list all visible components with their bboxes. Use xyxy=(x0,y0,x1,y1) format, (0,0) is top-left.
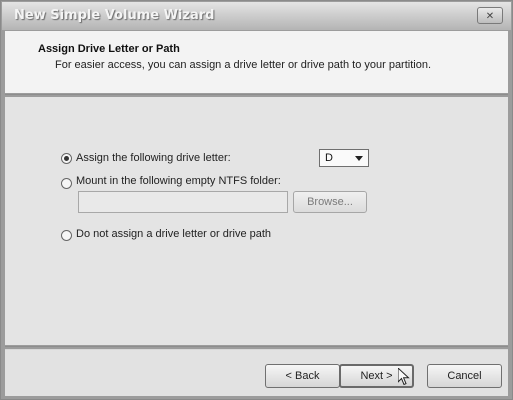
no-assign-radio[interactable] xyxy=(61,230,72,241)
wizard-header: Assign Drive Letter or Path For easier a… xyxy=(5,31,508,93)
mouse-pointer-icon xyxy=(398,368,410,386)
drive-letter-select[interactable]: D xyxy=(319,149,369,167)
browse-button[interactable]: Browse... xyxy=(293,191,367,213)
mount-folder-label[interactable]: Mount in the following empty NTFS folder… xyxy=(76,175,281,187)
folder-path-input[interactable] xyxy=(78,191,288,213)
page-subtitle: For easier access, you can assign a driv… xyxy=(55,59,432,71)
back-button[interactable]: < Back xyxy=(265,364,340,388)
chevron-down-icon xyxy=(355,156,363,161)
assign-letter-label[interactable]: Assign the following drive letter: xyxy=(76,152,231,164)
mount-folder-radio[interactable] xyxy=(61,178,72,189)
cancel-button[interactable]: Cancel xyxy=(427,364,502,388)
wizard-window: New Simple Volume Wizard ✕ Assign Drive … xyxy=(0,0,513,400)
assign-letter-radio[interactable] xyxy=(61,153,72,164)
wizard-body xyxy=(5,97,508,345)
drive-letter-value: D xyxy=(325,152,333,164)
no-assign-label[interactable]: Do not assign a drive letter or drive pa… xyxy=(76,228,271,240)
close-icon: ✕ xyxy=(485,11,495,22)
title-bar[interactable]: New Simple Volume Wizard ✕ xyxy=(2,2,511,30)
page-title: Assign Drive Letter or Path xyxy=(38,43,180,55)
close-button[interactable]: ✕ xyxy=(477,7,503,24)
window-title: New Simple Volume Wizard xyxy=(14,8,215,23)
